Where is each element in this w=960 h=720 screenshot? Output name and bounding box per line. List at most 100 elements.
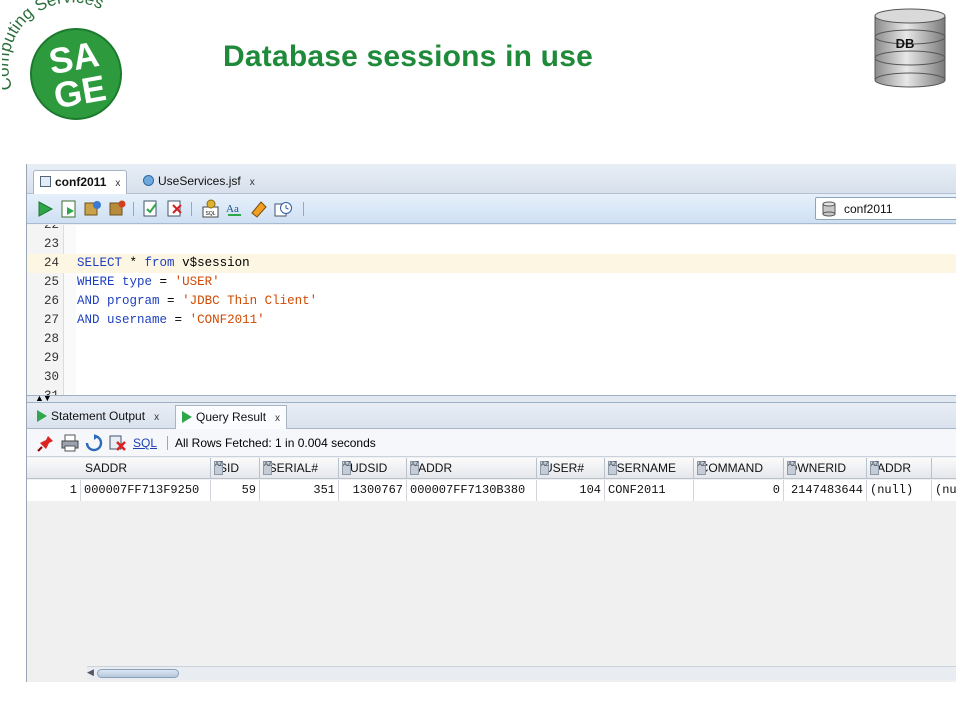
sql-history-icon[interactable] <box>273 199 293 219</box>
column-header-user-num[interactable]: USER# AZ <box>537 458 605 479</box>
table-cell[interactable]: 104 <box>537 480 605 501</box>
code-line[interactable]: 30 <box>27 368 956 387</box>
tab-label: Query Result <box>196 410 267 424</box>
sort-icon[interactable]: AZ <box>697 461 706 475</box>
run-script-icon[interactable] <box>59 199 79 219</box>
code-line[interactable]: 22 <box>27 225 956 235</box>
sage-logo: Computing Services SA GE <box>2 0 122 120</box>
sort-icon[interactable]: AZ <box>342 461 351 475</box>
close-tab-icon[interactable]: x <box>250 177 255 188</box>
row-number: 1 <box>27 480 81 501</box>
slide-title: Database sessions in use <box>223 40 593 73</box>
line-number: 27 <box>43 313 59 327</box>
commit-icon[interactable] <box>141 199 161 219</box>
sql-worksheet-icon <box>40 176 51 187</box>
column-header-taddr[interactable]: TADDR AZ <box>867 458 932 479</box>
column-header-serial-num[interactable]: SERIAL# AZ <box>260 458 339 479</box>
code-line[interactable]: 25 WHERE type = 'USER' <box>27 273 956 292</box>
line-number: 23 <box>43 237 59 251</box>
column-header-audsid[interactable]: AUDSID AZ <box>339 458 407 479</box>
column-header-sid[interactable]: SID AZ <box>211 458 260 479</box>
code-line[interactable]: 28 <box>27 330 956 349</box>
code-line[interactable]: 24 SELECT * from v$session <box>27 254 956 273</box>
table-cell[interactable]: (nu <box>932 480 956 501</box>
editor-toolbar: SQL Aa conf2011 <box>27 194 956 224</box>
tab-label: conf2011 <box>55 175 107 189</box>
column-header-paddr[interactable]: PADDR AZ <box>407 458 537 479</box>
sort-icon[interactable]: AZ <box>540 461 549 475</box>
code-line[interactable]: 23 <box>27 235 956 254</box>
close-tab-icon[interactable]: x <box>154 412 159 423</box>
tab-label: Statement Output <box>51 409 146 423</box>
code-text: AND program = 'JDBC Thin Client' <box>77 294 318 308</box>
clear-eraser-icon[interactable] <box>249 199 269 219</box>
tab-query-result[interactable]: Query Result x <box>175 405 288 429</box>
line-number: 29 <box>43 351 59 365</box>
code-text: SELECT * from v$session <box>77 256 250 270</box>
line-number: 22 <box>43 225 59 232</box>
connection-select[interactable]: conf2011 <box>815 197 956 220</box>
print-icon[interactable] <box>61 434 79 452</box>
table-row[interactable]: 1 000007FF713F9250 59 351 1300767 000007FF713… <box>27 480 956 501</box>
sort-icon[interactable]: AZ <box>870 461 879 475</box>
code-text: AND username = 'CONF2011' <box>77 313 265 327</box>
result-toolbar: SQL All Rows Fetched: 1 in 0.004 seconds <box>27 429 956 457</box>
rollback-icon[interactable] <box>165 199 185 219</box>
code-line[interactable]: 29 <box>27 349 956 368</box>
table-cell[interactable]: 0 <box>694 480 784 501</box>
code-line[interactable]: 31 <box>27 387 956 395</box>
run-statement-icon[interactable] <box>35 199 55 219</box>
table-cell[interactable]: 000007FF7130B380 <box>407 480 537 501</box>
scrollbar-thumb[interactable] <box>97 669 179 678</box>
sort-icon[interactable]: AZ <box>410 461 419 475</box>
splitter-arrows-icon[interactable]: ▲▼ <box>35 393 52 403</box>
explain-plan-icon[interactable] <box>107 199 127 219</box>
column-header-command[interactable]: COMMAND AZ <box>694 458 784 479</box>
sql-link[interactable]: SQL <box>133 436 157 450</box>
database-icon <box>822 201 836 217</box>
sql-tuning-icon[interactable]: SQL <box>201 199 221 219</box>
table-cell[interactable]: 351 <box>260 480 339 501</box>
sort-icon[interactable]: AZ <box>608 461 617 475</box>
close-tab-icon[interactable]: x <box>115 178 120 189</box>
line-number: 25 <box>43 275 59 289</box>
column-header-ownerid[interactable]: OWNERID AZ <box>784 458 867 479</box>
db-badge-label: DB <box>896 36 915 51</box>
tab-useservices-jsf[interactable]: UseServices.jsf x <box>137 170 261 194</box>
horizontal-scrollbar[interactable]: ◀ <box>87 666 956 680</box>
sort-icon[interactable]: AZ <box>263 461 272 475</box>
column-header-username[interactable]: USERNAME AZ <box>605 458 694 479</box>
panel-splitter[interactable]: ▲▼ <box>27 393 956 403</box>
table-cell[interactable]: CONF2011 <box>605 480 694 501</box>
play-icon <box>182 411 192 423</box>
table-cell[interactable]: 2147483644 <box>784 480 867 501</box>
line-number: 30 <box>43 370 59 384</box>
table-cell[interactable]: (null) <box>867 480 932 501</box>
play-icon <box>37 410 47 422</box>
svg-text:Aa: Aa <box>226 203 239 215</box>
tab-conf2011[interactable]: conf2011 x <box>33 170 128 194</box>
table-cell[interactable]: 000007FF713F9250 <box>81 480 211 501</box>
cancel-query-icon[interactable] <box>109 434 127 452</box>
scroll-left-icon[interactable]: ◀ <box>87 667 94 678</box>
format-text-icon[interactable]: Aa <box>225 199 245 219</box>
tab-statement-output[interactable]: Statement Output x <box>31 405 165 429</box>
table-cell[interactable]: 1300767 <box>339 480 407 501</box>
line-number: 28 <box>43 332 59 346</box>
sort-icon[interactable]: AZ <box>214 461 223 475</box>
sort-icon[interactable]: AZ <box>787 461 796 475</box>
grid-header: SADDR SID AZ SERIAL# AZ AUDSID AZ PADDR AZ USER# A… <box>27 458 956 479</box>
sql-editor[interactable]: 22 23 24 SELECT * from v$session 25 WHER… <box>27 225 956 395</box>
table-cell[interactable]: 59 <box>211 480 260 501</box>
tab-label: UseServices.jsf <box>158 174 241 188</box>
line-number: 26 <box>43 294 59 308</box>
autotrace-icon[interactable] <box>83 199 103 219</box>
code-line[interactable]: 27 AND username = 'CONF2011' <box>27 311 956 330</box>
refresh-icon[interactable] <box>85 434 103 452</box>
code-line[interactable]: 26 AND program = 'JDBC Thin Client' <box>27 292 956 311</box>
column-header-saddr[interactable]: SADDR <box>81 458 211 479</box>
close-tab-icon[interactable]: x <box>275 413 280 424</box>
fetch-status-text: All Rows Fetched: 1 in 0.004 seconds <box>175 436 376 450</box>
pin-icon[interactable] <box>37 434 55 452</box>
code-text: WHERE type = 'USER' <box>77 275 220 289</box>
